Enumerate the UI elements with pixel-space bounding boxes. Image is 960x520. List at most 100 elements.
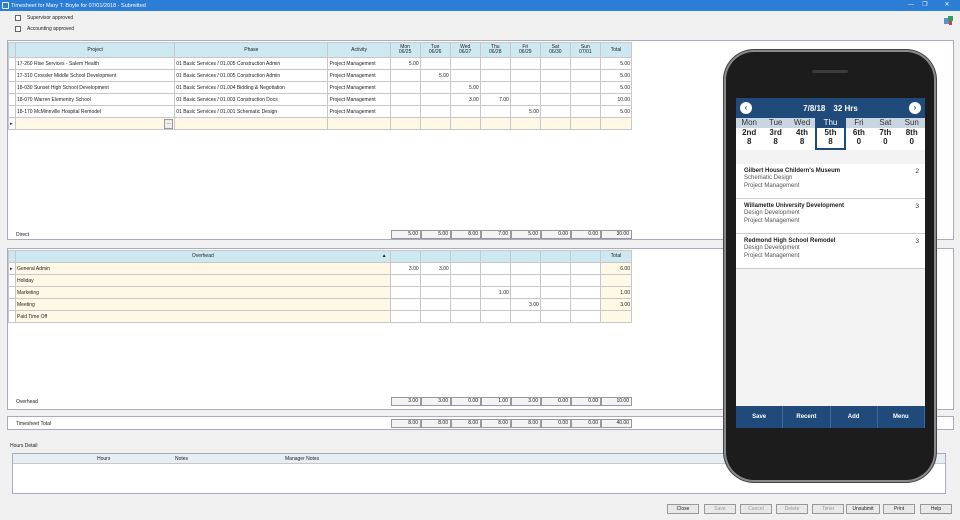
row-indicator[interactable]: [8, 69, 16, 82]
hours-cell[interactable]: [389, 93, 421, 106]
table-row[interactable]: Marketing 1.00 1.00: [8, 286, 633, 299]
hours-cell[interactable]: [569, 310, 601, 323]
hours-cell[interactable]: [419, 105, 451, 118]
hours-cell[interactable]: [479, 117, 511, 130]
timer-button[interactable]: Timer: [812, 504, 844, 514]
hours-cell[interactable]: 5.00: [389, 57, 421, 70]
mobile-recent-button[interactable]: Recent: [783, 406, 831, 428]
hours-detail-col-notes[interactable]: Notes: [175, 456, 188, 462]
hours-cell[interactable]: 3.00: [509, 298, 541, 311]
hours-cell[interactable]: [509, 69, 541, 82]
hours-cell[interactable]: [539, 262, 571, 275]
project-cell[interactable]: ···: [14, 117, 176, 130]
hours-cell[interactable]: [569, 274, 601, 287]
hours-cell[interactable]: [569, 81, 601, 94]
hours-cell[interactable]: [539, 310, 571, 323]
column-header-overhead[interactable]: Overhead ▲: [15, 250, 391, 263]
hours-cell[interactable]: [449, 262, 481, 275]
prev-week-icon[interactable]: ‹: [740, 102, 752, 114]
overhead-name-cell[interactable]: Meeting: [15, 298, 391, 311]
mobile-add-button[interactable]: Add: [831, 406, 878, 428]
hours-cell[interactable]: 1.00: [479, 286, 511, 299]
overhead-name-cell[interactable]: Paid Time Off: [15, 310, 391, 323]
hours-cell[interactable]: 3.00: [419, 262, 451, 275]
overhead-name-cell[interactable]: General Admin: [15, 262, 391, 275]
column-header-day[interactable]: Sun 07/01: [569, 42, 601, 58]
close-window-button[interactable]: ✕: [940, 0, 954, 11]
help-button[interactable]: Help: [920, 504, 952, 514]
mobile-time-entry[interactable]: Willamette University Development Design …: [736, 199, 925, 234]
hours-cell[interactable]: [569, 69, 601, 82]
hours-cell[interactable]: [509, 117, 541, 130]
hours-detail-col-manager-notes[interactable]: Manager Notes: [285, 456, 319, 462]
save-button[interactable]: Save: [704, 504, 736, 514]
table-row[interactable]: 18-070 Warren Elementry School 01 Basic S…: [8, 93, 633, 106]
hours-cell[interactable]: [569, 298, 601, 311]
hours-cell[interactable]: [509, 81, 541, 94]
column-header-day[interactable]: Tue 06/26: [419, 42, 451, 58]
hours-cell[interactable]: [389, 274, 421, 287]
hours-cell[interactable]: [419, 310, 451, 323]
unsubmit-button[interactable]: Unsubmit: [846, 504, 880, 514]
phase-cell[interactable]: 01 Basic Services / 01.004 Bidding & Neg…: [174, 81, 329, 94]
hours-cell[interactable]: [389, 310, 421, 323]
activity-cell[interactable]: [327, 117, 391, 130]
close-button[interactable]: Close: [667, 504, 699, 514]
hours-cell[interactable]: [479, 57, 511, 70]
hours-detail-col-hours[interactable]: Hours: [97, 456, 110, 462]
activity-cell[interactable]: Project Management: [327, 81, 391, 94]
column-header-day[interactable]: Mon 06/25: [389, 42, 421, 58]
hours-cell[interactable]: [569, 105, 601, 118]
print-button[interactable]: Print: [883, 504, 915, 514]
hours-cell[interactable]: [389, 286, 421, 299]
hours-cell[interactable]: [509, 57, 541, 70]
hours-cell[interactable]: [449, 69, 481, 82]
activity-cell[interactable]: Project Management: [327, 93, 391, 106]
phase-cell[interactable]: [174, 117, 329, 130]
hours-cell[interactable]: [569, 93, 601, 106]
hours-cell[interactable]: [389, 81, 421, 94]
table-row[interactable]: 17-310 Crossler Middle School Developmen…: [8, 69, 633, 82]
hours-cell[interactable]: [449, 117, 481, 130]
table-row[interactable]: Meeting 3.00 3.00: [8, 298, 633, 311]
row-indicator[interactable]: [8, 105, 16, 118]
restore-button[interactable]: ❐: [918, 0, 932, 11]
hours-cell[interactable]: [509, 286, 541, 299]
hours-cell[interactable]: [449, 298, 481, 311]
mobile-menu-button[interactable]: Menu: [878, 406, 925, 428]
phase-cell[interactable]: 01 Basic Services / 01.001 Schematic Des…: [174, 105, 329, 118]
mobile-day-tue[interactable]: Tue 3rd 8: [762, 118, 789, 150]
hours-cell[interactable]: [419, 57, 451, 70]
hours-cell[interactable]: [419, 81, 451, 94]
minimize-button[interactable]: —: [904, 0, 918, 11]
project-cell[interactable]: 18-030 Sunset High School Development: [14, 81, 176, 94]
hours-cell[interactable]: [479, 81, 511, 94]
hours-cell[interactable]: [539, 69, 571, 82]
hours-cell[interactable]: [539, 298, 571, 311]
row-indicator[interactable]: [8, 93, 16, 106]
hours-cell[interactable]: [539, 117, 571, 130]
hours-cell[interactable]: [449, 274, 481, 287]
column-header-day[interactable]: Sat 06/30: [539, 42, 571, 58]
column-header-total[interactable]: Total: [599, 250, 633, 263]
hours-cell[interactable]: [479, 262, 511, 275]
row-indicator[interactable]: [8, 274, 16, 287]
mobile-day-sat[interactable]: Sat 7th 0: [872, 118, 899, 150]
hours-cell[interactable]: [539, 93, 571, 106]
phase-cell[interactable]: 01 Basic Services / 01.003 Construction …: [174, 93, 329, 106]
column-header-total[interactable]: Total: [599, 42, 633, 58]
user-settings-icon[interactable]: [944, 16, 953, 25]
hours-cell[interactable]: [419, 93, 451, 106]
hours-cell[interactable]: [569, 57, 601, 70]
ellipsis-button[interactable]: ···: [164, 119, 174, 129]
hours-cell[interactable]: 5.00: [509, 105, 541, 118]
hours-cell[interactable]: [509, 262, 541, 275]
mobile-day-mon[interactable]: Mon 2nd 8: [736, 118, 763, 150]
mobile-time-entry[interactable]: Redmond High School Remodel Design Develo…: [736, 234, 925, 269]
hours-cell[interactable]: [539, 105, 571, 118]
overhead-name-cell[interactable]: Marketing: [15, 286, 391, 299]
hours-cell[interactable]: [389, 105, 421, 118]
mobile-day-sun[interactable]: Sun 8th 0: [898, 118, 925, 150]
hours-cell[interactable]: [419, 298, 451, 311]
mobile-day-thu[interactable]: Thu 5th 8: [815, 116, 846, 150]
